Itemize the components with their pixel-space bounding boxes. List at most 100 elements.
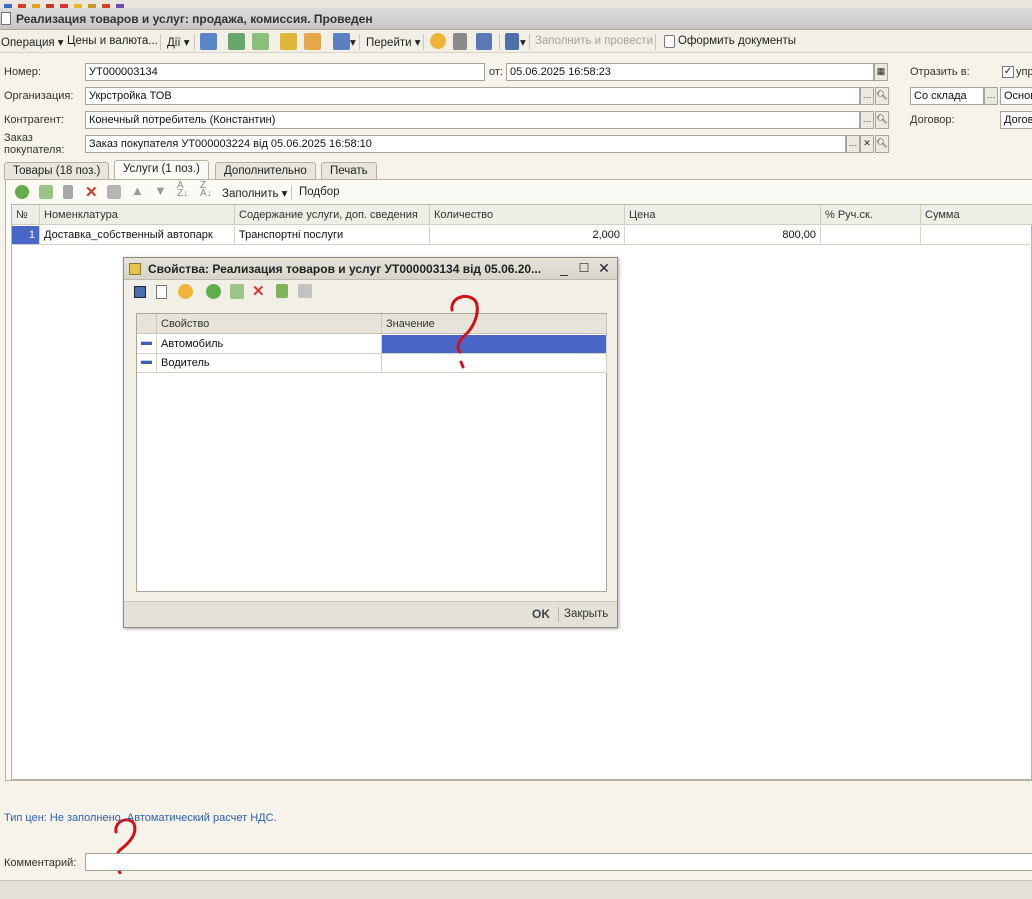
document-in-icon[interactable] — [280, 33, 297, 50]
open-icon[interactable]: 🔍︎ — [875, 111, 889, 129]
reflect-checkbox-label: упр — [1016, 66, 1032, 78]
column-header-sum[interactable]: Сумма — [921, 205, 1032, 225]
edit-icon[interactable] — [276, 284, 288, 298]
fill-and-post-button[interactable]: Заполнить и провести — [535, 35, 653, 47]
column-header-value[interactable]: Значение — [382, 314, 607, 334]
property-cell[interactable]: Водитель — [157, 354, 382, 373]
open-icon[interactable]: 🔍︎ — [875, 87, 889, 105]
structure-icon[interactable] — [453, 33, 467, 50]
post-icon[interactable] — [200, 33, 217, 50]
select-button[interactable]: Подбор — [299, 186, 340, 198]
comment-field[interactable] — [85, 853, 1032, 871]
end-edit-icon[interactable] — [298, 284, 312, 298]
sum-cell[interactable] — [921, 226, 1032, 245]
help-icon[interactable] — [178, 284, 193, 299]
select-button[interactable]: … — [984, 87, 998, 105]
contract-field[interactable]: Догов — [1000, 111, 1032, 129]
warehouse-field[interactable]: Основ — [1000, 87, 1032, 105]
tab-additional[interactable]: Дополнительно — [215, 162, 316, 180]
end-edit-icon[interactable] — [107, 185, 121, 199]
toolbar-separator — [160, 34, 161, 50]
toolbar-separator — [423, 34, 424, 50]
export-dropdown-icon[interactable]: ▾ — [350, 35, 356, 49]
open-icon[interactable]: 🔍︎ — [875, 135, 889, 153]
close-button[interactable]: Закрыть — [564, 608, 608, 620]
close-icon[interactable]: ✕ — [596, 261, 612, 277]
reread-icon[interactable] — [156, 285, 167, 299]
select-button[interactable]: … — [860, 111, 874, 129]
dialog-title-bar: Свойства: Реализация товаров и услуг УТ0… — [124, 258, 617, 280]
number-field[interactable]: УТ000003134 — [85, 63, 485, 81]
value-cell[interactable] — [382, 354, 607, 373]
prices-button[interactable]: Цены и валюта... — [67, 35, 158, 47]
tree-icon[interactable] — [476, 33, 492, 50]
content-cell[interactable]: Транспортні послуги — [235, 226, 430, 245]
date-field[interactable]: 05.06.2025 16:58:23 — [506, 63, 874, 81]
ok-button[interactable]: OK — [532, 607, 550, 621]
actions-menu[interactable]: Дії ▾ — [167, 35, 190, 49]
column-header-discount[interactable]: % Руч.ск. — [821, 205, 921, 225]
quantity-cell[interactable]: 2,000 — [430, 226, 625, 245]
fill-menu[interactable]: Заполнить ▾ — [222, 186, 287, 200]
clear-icon[interactable]: ✕ — [860, 135, 874, 153]
toolbar-separator — [655, 34, 656, 50]
help-icon[interactable] — [430, 33, 446, 49]
organization-field[interactable]: Укрстройка ТОВ — [85, 87, 860, 105]
minimize-icon[interactable]: _ — [556, 261, 572, 277]
column-header-price[interactable]: Цена — [625, 205, 821, 225]
tab-print[interactable]: Печать — [321, 162, 377, 180]
column-header-number[interactable]: № — [12, 205, 40, 225]
contractor-field[interactable]: Конечный потребитель (Константин) — [85, 111, 860, 129]
column-header-content[interactable]: Содержание услуги, доп. сведения — [235, 205, 430, 225]
operation-menu[interactable]: Операция ▾ — [1, 35, 64, 49]
property-cell[interactable]: Автомобиль — [157, 335, 382, 354]
save-icon[interactable] — [134, 286, 146, 298]
add-icon[interactable] — [206, 284, 221, 299]
price-cell[interactable]: 800,00 — [625, 226, 821, 245]
save-icon[interactable] — [228, 33, 245, 50]
reflect-label: Отразить в: — [910, 66, 970, 78]
copy-row-icon[interactable] — [39, 185, 53, 199]
calendar-icon[interactable]: ▦ — [874, 63, 888, 81]
xml-dropdown-icon[interactable]: ▾ — [520, 35, 526, 49]
delete-icon[interactable]: ✕ — [85, 183, 98, 201]
edit-icon[interactable] — [63, 185, 73, 199]
make-documents-button[interactable]: Оформить документы — [678, 35, 796, 47]
toolbar-separator — [291, 185, 292, 200]
sort-desc-icon[interactable]: Z A↓ — [200, 181, 212, 199]
item-cell[interactable]: Доставка_собственный автопарк — [40, 226, 235, 245]
tab-services[interactable]: Услуги (1 поз.) — [114, 160, 209, 180]
xml-icon[interactable] — [505, 33, 519, 50]
value-cell[interactable] — [382, 335, 607, 354]
document-title-bar: Реализация товаров и услуг: продажа, ком… — [0, 8, 1032, 30]
contract-label: Договор: — [910, 114, 955, 126]
column-header-property[interactable]: Свойство — [157, 314, 382, 334]
order-label: Заказ покупателя: — [4, 132, 65, 156]
column-header-quantity[interactable]: Количество — [430, 205, 625, 225]
price-type-link[interactable]: Тип цен: Не заполнено, Автоматический ра… — [4, 812, 277, 824]
date-label: от: — [489, 66, 503, 78]
goto-menu[interactable]: Перейти ▾ — [366, 35, 421, 49]
copy-icon[interactable] — [230, 284, 244, 299]
discount-cell[interactable] — [821, 226, 921, 245]
row-number-cell[interactable]: 1 — [12, 226, 40, 245]
document-out-icon[interactable] — [304, 33, 321, 50]
export-icon[interactable] — [333, 33, 350, 50]
reflect-checkbox[interactable]: ✓ — [1002, 66, 1014, 78]
select-button[interactable]: … — [860, 87, 874, 105]
maximize-icon[interactable]: ☐ — [576, 261, 592, 277]
move-down-icon[interactable]: ▼ — [154, 183, 167, 198]
properties-table[interactable]: Свойство Значение ▬ Автомобиль ▬ Водител… — [136, 313, 607, 592]
sort-asc-icon[interactable]: A Z↓ — [177, 181, 188, 199]
select-button[interactable]: … — [846, 135, 860, 153]
add-icon[interactable] — [15, 185, 29, 199]
column-header-item[interactable]: Номенклатура — [40, 205, 235, 225]
order-field[interactable]: Заказ покупателя УТ000003224 від 05.06.2… — [85, 135, 846, 153]
dialog-footer: OK Закрыть — [124, 601, 617, 627]
move-up-icon[interactable]: ▲ — [131, 183, 144, 198]
warehouse-type-field[interactable]: Со склада — [910, 87, 984, 105]
delete-icon[interactable]: ✕ — [252, 282, 265, 300]
copy-icon[interactable] — [252, 33, 269, 50]
window-title: Реализация товаров и услуг: продажа, ком… — [16, 12, 373, 26]
tab-goods[interactable]: Товары (18 поз.) — [4, 162, 110, 180]
